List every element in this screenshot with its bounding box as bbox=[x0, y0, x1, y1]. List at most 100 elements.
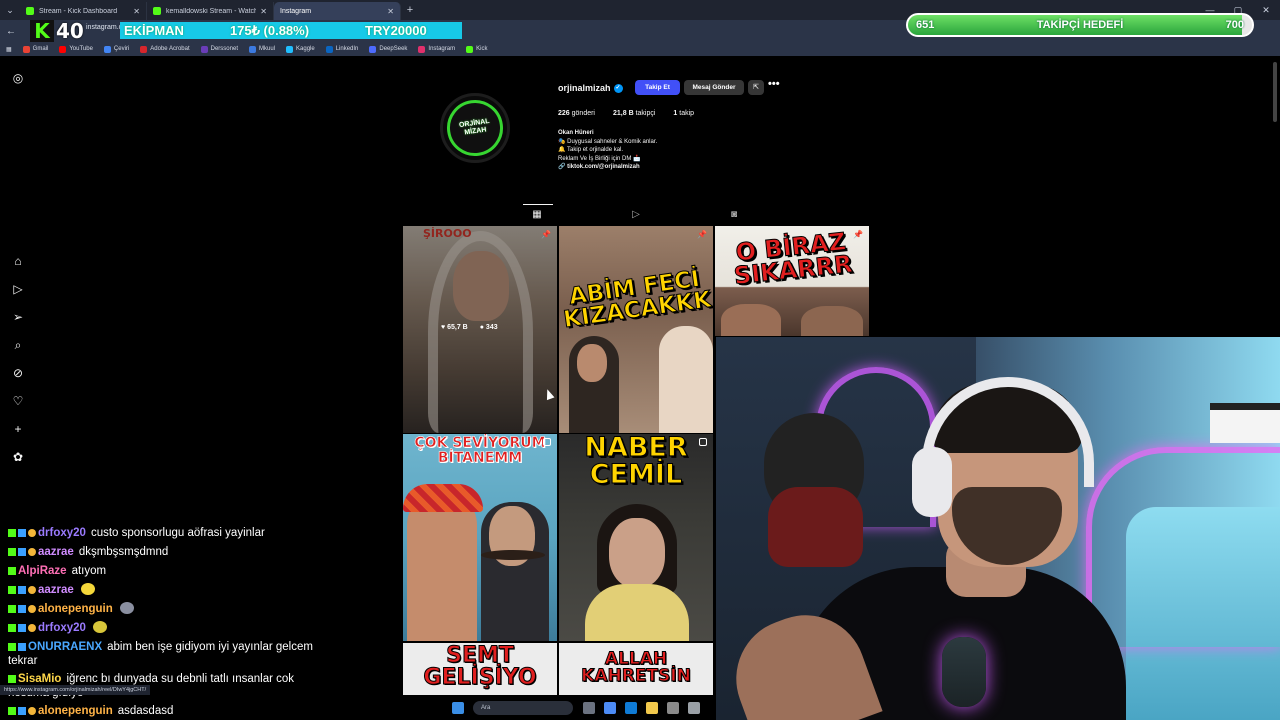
gift-badge-icon bbox=[28, 605, 36, 613]
close-window-icon[interactable]: ✕ bbox=[1252, 0, 1280, 20]
sub-badge-icon bbox=[18, 548, 26, 556]
ticker-total: TRY20000 bbox=[365, 23, 427, 38]
bookmark-acrobat[interactable]: Adobe Acrobat bbox=[140, 45, 190, 53]
tab-menu-icon[interactable]: ⌄ bbox=[0, 0, 20, 20]
apps-icon[interactable]: ▦ bbox=[6, 46, 12, 53]
sub-badge-icon bbox=[18, 643, 26, 651]
kick-logo-icon: K bbox=[30, 19, 54, 43]
chat-username: AlpiRaze bbox=[18, 565, 67, 577]
following-count[interactable]: 1 takip bbox=[673, 110, 694, 117]
chat-username: SisaMio bbox=[18, 673, 62, 685]
chat-username: drfoxy20 bbox=[38, 527, 86, 539]
app-icon[interactable] bbox=[688, 702, 700, 714]
bookmark-ceviri[interactable]: Çeviri bbox=[103, 45, 130, 53]
close-icon[interactable]: ✕ bbox=[133, 7, 140, 16]
neon-light bbox=[1086, 447, 1280, 647]
task-view-icon[interactable] bbox=[583, 702, 595, 714]
chrome-icon[interactable] bbox=[604, 702, 616, 714]
taskbar: Ara bbox=[452, 698, 709, 718]
kick-icon bbox=[466, 45, 474, 53]
start-icon[interactable] bbox=[452, 702, 464, 714]
bio-line: 🔔 Takip et orjinalde kal. bbox=[558, 147, 624, 154]
kick-badge-icon bbox=[8, 605, 16, 613]
bookmarks-bar: ▦ Gmail YouTube Çeviri Adobe Acrobat Der… bbox=[0, 42, 1280, 56]
chat-username: drfoxy20 bbox=[38, 622, 86, 634]
new-tab-button[interactable]: + bbox=[401, 4, 419, 16]
chat-text: asdasdasd bbox=[117, 705, 174, 717]
chat-message: aazrae bbox=[0, 581, 330, 600]
post-tile[interactable]: O BİRAZ SIKARRR 📌 bbox=[715, 226, 869, 336]
scrollbar-thumb[interactable] bbox=[1273, 62, 1277, 122]
tab-kick-dashboard[interactable]: Stream - Kick Dashboard ✕ bbox=[20, 2, 147, 20]
bookmark-kaggle[interactable]: Kaggle bbox=[286, 45, 315, 53]
chat-message: alonepenguin bbox=[0, 600, 330, 619]
following-label: takip bbox=[679, 110, 695, 117]
edge-icon[interactable] bbox=[625, 702, 637, 714]
chat-message: AlpiRaze atıyom bbox=[0, 562, 330, 581]
create-icon[interactable]: + bbox=[10, 421, 26, 437]
bookmark-linkedin[interactable]: LinkedIn bbox=[325, 45, 358, 53]
followers-count[interactable]: 21,8 B takipçi bbox=[613, 110, 655, 117]
tab-label: Instagram bbox=[280, 7, 312, 15]
search-icon[interactable]: ⌕ bbox=[10, 337, 26, 353]
back-icon[interactable]: ← bbox=[0, 26, 22, 37]
bookmark-derssonet[interactable]: Derssonet bbox=[200, 45, 238, 53]
instagram-logo-icon[interactable]: ◎ bbox=[10, 70, 26, 86]
post-title: O BİRAZ SIKARRR bbox=[732, 227, 854, 291]
translate-icon bbox=[103, 45, 111, 53]
ticker-price: 175₺ (0.88%) bbox=[229, 22, 310, 38]
store-icon[interactable] bbox=[667, 702, 679, 714]
home-icon[interactable]: ⌂ bbox=[10, 253, 26, 269]
explore-icon[interactable]: ⊘ bbox=[10, 365, 26, 381]
follow-button[interactable]: Takip Et bbox=[635, 80, 680, 95]
clapperboard bbox=[1210, 403, 1280, 443]
notifications-icon[interactable]: ♡ bbox=[10, 393, 26, 409]
post-image bbox=[585, 584, 689, 641]
kick-icon bbox=[26, 7, 34, 15]
profile-stats: 226 gönderi 21,8 B takipçi 1 takip bbox=[558, 110, 712, 117]
followers-value: 21,8 B bbox=[613, 110, 634, 117]
close-icon[interactable]: ✕ bbox=[260, 7, 267, 16]
profile-icon[interactable]: ✿ bbox=[10, 449, 26, 465]
tab-instagram[interactable]: Instagram ✕ bbox=[274, 2, 401, 66]
reels-icon[interactable]: ▷ bbox=[10, 281, 26, 297]
message-button[interactable]: Mesaj Gönder bbox=[684, 80, 744, 95]
bookmark-label: Çeviri bbox=[113, 46, 130, 52]
bookmark-label: Kick bbox=[476, 46, 488, 52]
close-icon[interactable]: ✕ bbox=[387, 7, 394, 16]
sub-badge-icon bbox=[18, 529, 26, 537]
post-tile[interactable]: NABER CEMİL bbox=[559, 434, 713, 641]
donation-ticker: EKİPMAN 175₺ (0.88%) TRY20000 bbox=[120, 22, 462, 39]
bookmark-gmail[interactable]: Gmail bbox=[22, 45, 48, 53]
post-tile[interactable]: ABİM FECİ KIZACAKKK 📌 bbox=[559, 226, 713, 433]
bookmark-instagram[interactable]: Instagram bbox=[418, 45, 455, 53]
bookmark-label: YouTube bbox=[69, 46, 93, 52]
headphones bbox=[912, 447, 952, 517]
file-explorer-icon[interactable] bbox=[646, 702, 658, 714]
reel-icon bbox=[543, 438, 551, 446]
messages-icon[interactable]: ➢ bbox=[10, 309, 26, 325]
username-text: orjinalmizah bbox=[558, 83, 611, 93]
tab-kick-stream[interactable]: kemalldowski Stream - Watch L ✕ bbox=[147, 2, 274, 20]
bookmark-kick[interactable]: Kick bbox=[466, 45, 488, 53]
reels-tab-icon[interactable]: ▷ bbox=[630, 209, 642, 221]
comments-count: 343 bbox=[485, 324, 498, 331]
taskbar-search[interactable]: Ara bbox=[473, 701, 573, 715]
tagged-tab-icon[interactable]: ◙ bbox=[728, 209, 740, 221]
chat-text: dkşmbşsmşdmnd bbox=[78, 546, 169, 558]
posts-grid-icon[interactable]: ▦ bbox=[531, 209, 543, 221]
bio-link[interactable]: 🔗 tiktok.com/@orjinalmizah bbox=[558, 163, 657, 172]
post-tile[interactable]: SEMT GELİŞİYO bbox=[403, 643, 557, 695]
profile-avatar[interactable]: ORJİNAL MİZAH bbox=[440, 93, 510, 163]
bookmark-deepseek[interactable]: DeepSeek bbox=[369, 45, 407, 53]
gift-badge-icon bbox=[28, 548, 36, 556]
post-tile[interactable]: ALLAH KAHRETSİN bbox=[559, 643, 713, 695]
post-tile[interactable]: ÇOK SEVİYORUM BİTANEMM bbox=[403, 434, 557, 641]
bookmark-youtube[interactable]: YouTube bbox=[59, 45, 93, 53]
suggest-user-icon[interactable]: ⇱ bbox=[748, 80, 764, 95]
more-options-icon[interactable]: ••• bbox=[768, 78, 780, 90]
chat-message: ONURRAENX abim ben işe gidiyom iyi yayınl… bbox=[0, 638, 330, 670]
bookmark-mkuul[interactable]: Mkuul bbox=[249, 45, 275, 53]
post-tile[interactable]: ŞİROOO ♥ 65,7 B ● 343 📌 bbox=[403, 226, 557, 433]
linkedin-icon bbox=[325, 45, 333, 53]
